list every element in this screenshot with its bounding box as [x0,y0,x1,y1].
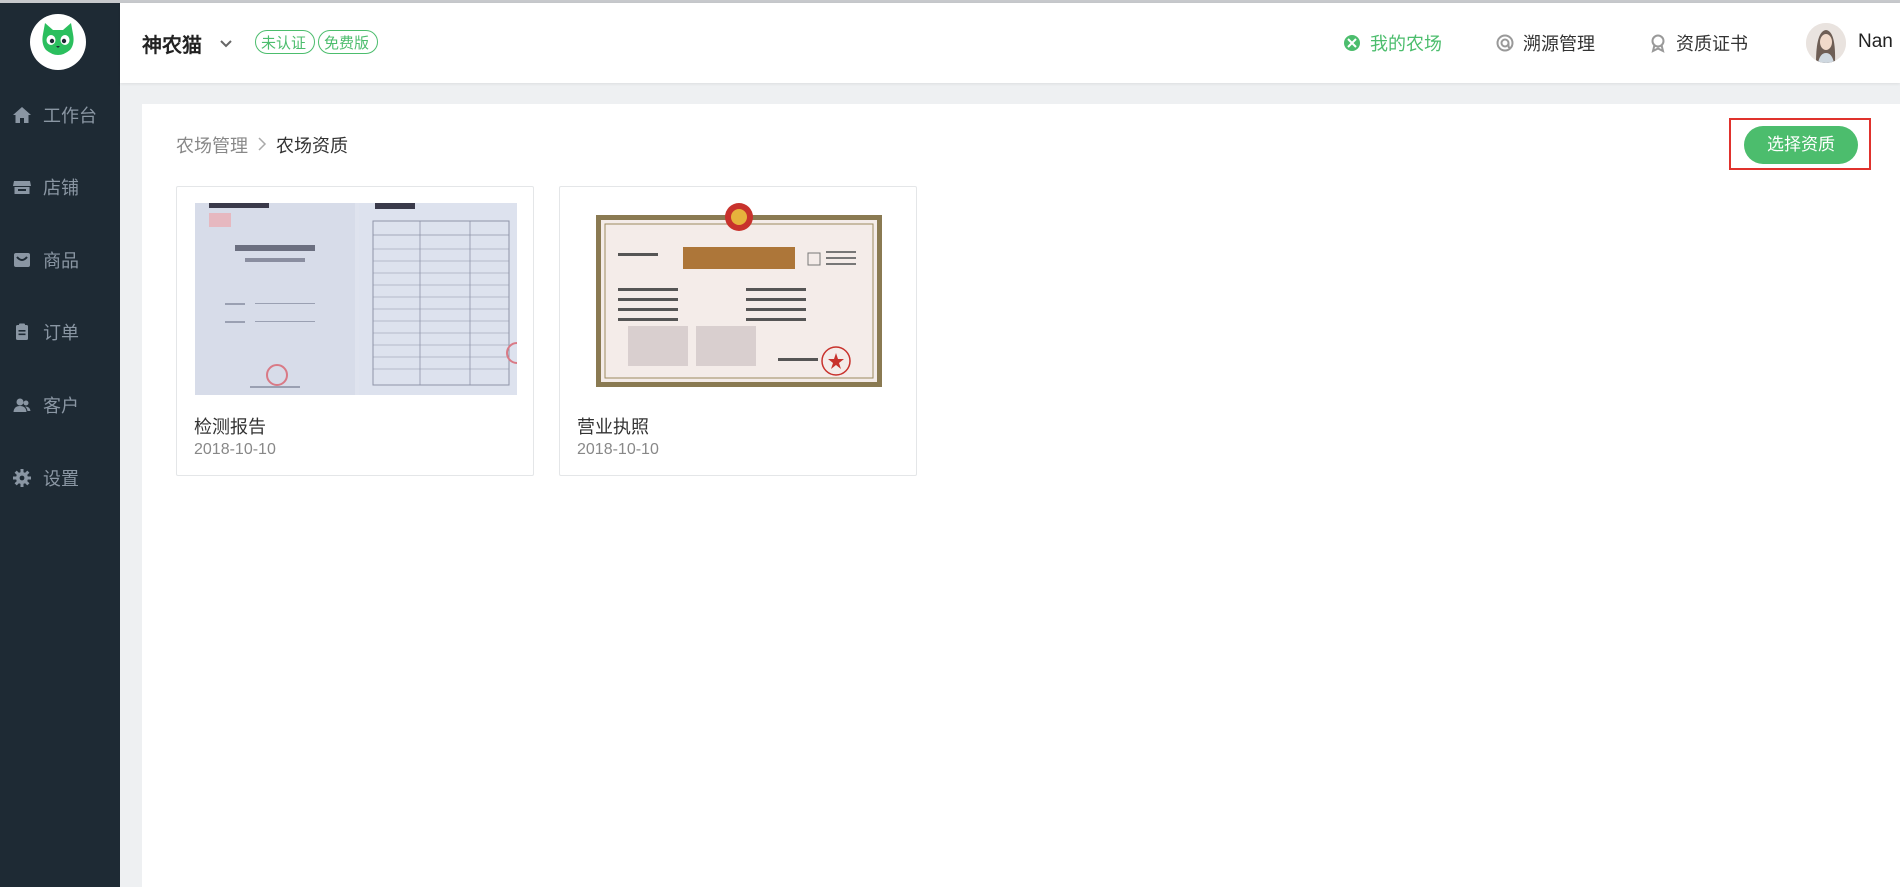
business-license-image [578,203,900,395]
nav-label: 溯源管理 [1523,34,1595,55]
chevron-down-icon[interactable] [216,33,236,53]
qualification-card[interactable]: 营业执照 2018-10-10 [559,186,917,476]
chevron-right-icon [257,136,267,155]
sidebar-item-label: 设置 [43,469,79,490]
nav-my-farm[interactable]: 我的农场 [1342,29,1442,57]
free-plan-badge: 免费版 [318,30,378,54]
gear-icon [11,467,33,489]
certificate-icon [1648,33,1668,53]
unverified-badge: 未认证 [255,30,315,54]
sidebar-item-store[interactable]: 店铺 [0,163,120,211]
sidebar-item-label: 客户 [43,396,79,417]
customer-icon [11,394,33,416]
user-name[interactable]: Nan [1858,31,1893,53]
nav-label: 资质证书 [1676,34,1748,55]
order-icon [11,321,33,343]
sidebar-item-label: 订单 [43,323,79,344]
card-title: 营业执照 [577,417,649,438]
nav-certificates[interactable]: 资质证书 [1648,29,1748,57]
card-date: 2018-10-10 [194,441,276,458]
nav-trace-management[interactable]: 溯源管理 [1495,29,1595,57]
sidebar-item-label: 商品 [43,251,79,272]
top-header: 神农猫 未认证 免费版 我的农场 溯源管理 资质证书 Nan [120,3,1900,83]
testing-report-image [195,203,517,395]
brand-name[interactable]: 神农猫 [142,29,202,58]
sidebar-item-settings[interactable]: 设置 [0,454,120,502]
goods-icon [11,249,33,271]
trace-icon [1495,33,1515,53]
sidebar-item-customers[interactable]: 客户 [0,381,120,429]
sidebar-item-goods[interactable]: 商品 [0,236,120,284]
sidebar-item-label: 工作台 [43,106,97,127]
breadcrumb: 农场管理 农场资质 [176,132,348,158]
sidebar-item-label: 店铺 [43,178,79,199]
highlight-box: 选择资质 [1729,118,1871,170]
main-panel: 农场管理 农场资质 选择资质 检测报告 2018-10-10 营业执照 2018… [142,104,1900,887]
card-title: 检测报告 [194,417,266,438]
avatar[interactable] [1806,23,1846,63]
select-qualification-button[interactable]: 选择资质 [1744,126,1858,164]
nav-label: 我的农场 [1370,34,1442,55]
app-logo[interactable] [30,14,86,70]
home-icon [11,104,33,126]
breadcrumb-current: 农场资质 [276,136,348,157]
store-icon [11,176,33,198]
farm-icon [1342,33,1362,53]
sidebar-item-workbench[interactable]: 工作台 [0,91,120,139]
card-date: 2018-10-10 [577,441,659,458]
sidebar-item-orders[interactable]: 订单 [0,308,120,356]
qualification-card[interactable]: 检测报告 2018-10-10 [176,186,534,476]
sidebar: 工作台 店铺 商品 订单 客户 设置 [0,3,120,887]
breadcrumb-farm-management[interactable]: 农场管理 [176,132,248,158]
